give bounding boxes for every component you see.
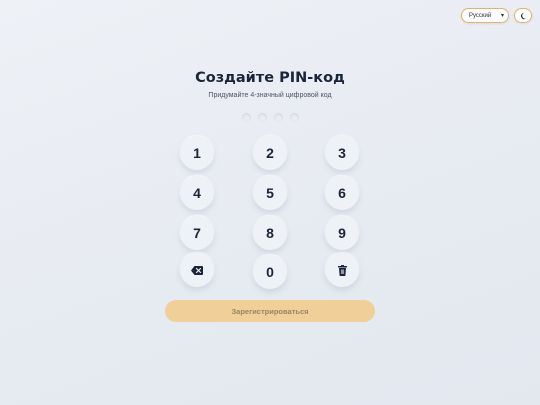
top-controls: Русский ▾ (461, 8, 532, 23)
pin-dot (289, 113, 299, 122)
key-3[interactable]: 3 (325, 136, 359, 170)
register-button[interactable]: Зарегистрироваться (165, 300, 375, 322)
chevron-down-icon: ▾ (500, 12, 504, 19)
theme-toggle-button[interactable] (514, 8, 532, 23)
moon-icon (520, 12, 527, 19)
key-9[interactable]: 9 (325, 216, 359, 250)
key-4[interactable]: 4 (180, 176, 214, 210)
pin-dot (257, 113, 267, 122)
key-0[interactable]: 0 (253, 255, 287, 289)
clear-button[interactable] (325, 253, 359, 287)
backspace-icon (191, 265, 203, 275)
language-select[interactable]: Русский ▾ (461, 8, 509, 23)
key-2[interactable]: 2 (253, 136, 287, 170)
pin-indicator (0, 113, 540, 122)
trash-icon (337, 264, 347, 276)
key-7[interactable]: 7 (180, 216, 214, 250)
key-1[interactable]: 1 (180, 136, 214, 170)
page-title: Создайте PIN-код (195, 70, 345, 86)
backspace-button[interactable] (180, 253, 214, 287)
pin-dot (241, 113, 251, 122)
language-select-value: Русский (469, 12, 492, 19)
key-5[interactable]: 5 (253, 176, 287, 210)
page-subtitle: Придумайте 4-значный цифровой код (208, 92, 332, 99)
key-6[interactable]: 6 (325, 176, 359, 210)
key-8[interactable]: 8 (253, 216, 287, 250)
pin-dot (273, 113, 283, 122)
